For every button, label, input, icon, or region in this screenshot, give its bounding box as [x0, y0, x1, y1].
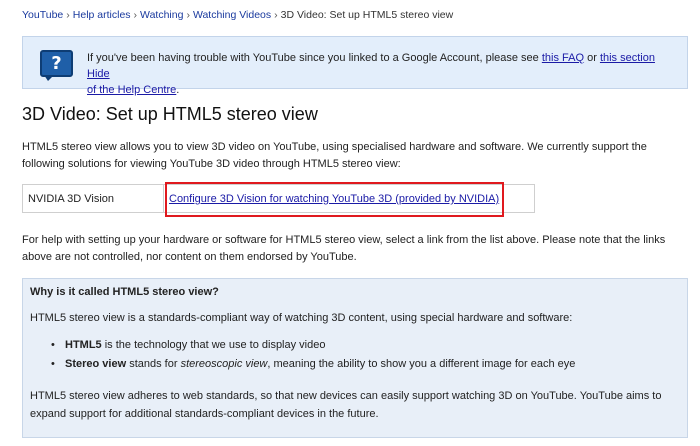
list-item: • HTML5 is the technology that we use to…: [51, 336, 575, 355]
breadcrumb-link-help-articles[interactable]: Help articles: [73, 9, 131, 21]
page-title: 3D Video: Set up HTML5 stereo view: [22, 104, 318, 124]
bullet-icon: •: [51, 358, 55, 370]
bullet-icon: •: [51, 339, 55, 351]
table-divider: [163, 185, 164, 212]
faq-bullet-list: • HTML5 is the technology that we use to…: [51, 336, 575, 374]
breadcrumb-separator: ›: [133, 9, 138, 21]
help-paragraph: For help with setting up your hardware o…: [22, 234, 666, 263]
account-notice-banner: ? If you've been having trouble with You…: [22, 36, 688, 96]
faq-bullet-text: is the technology that we use to display…: [101, 339, 326, 351]
notice-text-end: .: [176, 84, 180, 96]
notice-hide-link[interactable]: Hide: [87, 68, 110, 80]
intro-paragraph: HTML5 stereo view allows you to view 3D …: [22, 141, 647, 170]
breadcrumb-link-watching[interactable]: Watching: [140, 9, 183, 21]
breadcrumb-separator: ›: [274, 9, 278, 21]
notice-text: If you've been having trouble with YouTu…: [87, 52, 542, 64]
notice-faq-link[interactable]: this FAQ: [542, 52, 584, 64]
faq-emphasis: stereoscopic view: [180, 358, 268, 370]
notice-text-or: or: [584, 52, 600, 64]
table-cell-solution-name: NVIDIA 3D Vision: [28, 193, 115, 205]
list-item: • Stereo view stands for stereoscopic vi…: [51, 355, 575, 374]
faq-bullet-text: , meaning the ability to show you a diff…: [267, 358, 576, 370]
notice-section-link[interactable]: this section: [600, 52, 655, 64]
notice-message: If you've been having trouble with YouTu…: [87, 50, 677, 98]
annotation-highlight-box: [165, 182, 504, 217]
breadcrumb-separator: ›: [186, 9, 190, 21]
faq-bullet-text: stands for: [126, 358, 181, 370]
faq-title: Why is it called HTML5 stereo view?: [30, 286, 219, 298]
faq-term: HTML5: [65, 339, 102, 351]
breadcrumb-current: 3D Video: Set up HTML5 stereo view: [280, 9, 454, 21]
faq-paragraph-1: HTML5 stereo view is a standards-complia…: [30, 312, 573, 324]
faq-term: Stereo view: [65, 358, 127, 370]
breadcrumb-link-watching-videos[interactable]: Watching Videos: [193, 9, 271, 21]
breadcrumb: YouTube › Help articles › Watching › Watching …: [22, 9, 453, 21]
help-question-icon: ?: [40, 50, 73, 81]
breadcrumb-separator: ›: [66, 9, 70, 21]
faq-paragraph-2: HTML5 stereo view adheres to web standar…: [30, 390, 662, 420]
breadcrumb-link-youtube[interactable]: YouTube: [22, 9, 63, 21]
notice-help-centre-link[interactable]: of the Help Centre: [87, 84, 176, 96]
faq-box: Why is it called HTML5 stereo view? HTML…: [22, 278, 688, 438]
